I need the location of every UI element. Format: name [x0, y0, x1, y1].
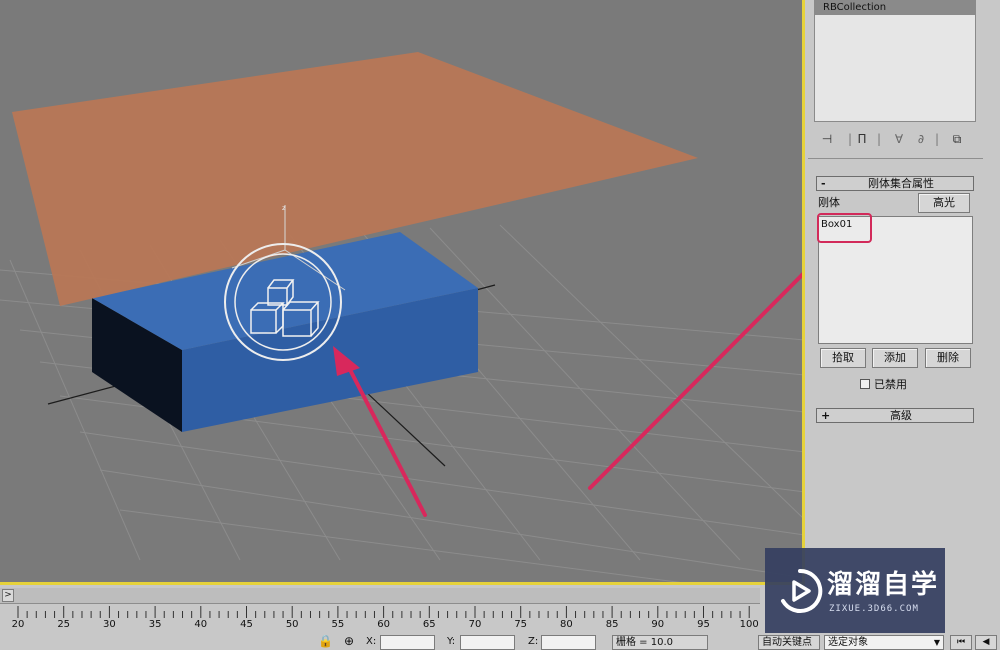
- tick-label: 25: [57, 619, 71, 630]
- modifier-stack-item[interactable]: RBCollection: [815, 1, 975, 15]
- watermark-title: 溜溜自学: [827, 570, 940, 600]
- y-coord-label: Y:: [447, 636, 456, 647]
- pin-stack-icon[interactable]: ⊣: [818, 130, 836, 148]
- time-slider[interactable]: >: [0, 588, 760, 604]
- rollout-expand-sign: +: [821, 409, 831, 422]
- rigid-body-list[interactable]: Box01: [817, 213, 973, 344]
- show-end-result-icon[interactable]: Π: [853, 130, 871, 148]
- time-slider-area: > 20 25 30 35 40 45 50 55 60 65 70 75 80 85 90 95 100 🔒 …: [0, 588, 805, 650]
- x-coord-field[interactable]: [380, 635, 435, 650]
- tick-label: 50: [285, 619, 299, 630]
- tick-label: 75: [514, 619, 528, 630]
- delete-button[interactable]: 删除: [925, 348, 971, 368]
- selection-set-value: 选定对象: [828, 637, 868, 648]
- selection-set-dropdown[interactable]: 选定对象 ▼: [824, 635, 944, 650]
- svg-text:z: z: [282, 204, 286, 212]
- tick-label: 90: [651, 619, 665, 630]
- separator-icon: |: [876, 132, 882, 146]
- perspective-viewport[interactable]: z: [0, 0, 805, 585]
- tick-label: 80: [560, 619, 573, 630]
- viewport-scene: z: [0, 52, 802, 582]
- tick-label: 35: [148, 619, 162, 630]
- pick-button[interactable]: 拾取: [820, 348, 866, 368]
- site-watermark: 溜溜自学 ZIXUE.3D66.COM: [765, 548, 945, 633]
- grid-size-readout: 栅格 = 10.0: [612, 635, 708, 650]
- track-bar-ruler[interactable]: [0, 605, 760, 619]
- tick-label: 40: [194, 619, 208, 630]
- rollout-title: 高级: [890, 409, 912, 422]
- annotation-highlight-box: [817, 213, 872, 243]
- absolute-mode-icon[interactable]: ⊕: [344, 634, 354, 648]
- disabled-label: 已禁用: [874, 378, 907, 391]
- make-unique-icon[interactable]: ∀: [890, 130, 908, 148]
- max-window: z RBCollection ⊣ | Π | ∀ ∂ | ⧉ - 刚体集合属性 …: [0, 0, 1000, 650]
- z-coord-field[interactable]: [541, 635, 596, 650]
- lock-selection-icon[interactable]: 🔒: [318, 634, 333, 648]
- tick-label: 45: [240, 619, 253, 630]
- time-slider-arrow[interactable]: >: [2, 589, 14, 602]
- checkbox-box[interactable]: [860, 379, 870, 389]
- tick-label: 20: [11, 619, 25, 630]
- highlight-button[interactable]: 高光: [918, 193, 970, 213]
- rollout-title: 刚体集合属性: [868, 177, 934, 190]
- tick-label: 55: [331, 619, 345, 630]
- watermark-url: ZIXUE.3D66.COM: [829, 604, 919, 614]
- play-logo-icon: [781, 568, 823, 613]
- previous-frame-icon[interactable]: ◀: [975, 635, 997, 650]
- configure-modifier-sets-icon[interactable]: ⧉: [948, 130, 966, 148]
- panel-divider: [808, 158, 983, 159]
- rollout-rbcollection-properties[interactable]: - 刚体集合属性: [816, 176, 974, 191]
- modifier-stack-list[interactable]: RBCollection: [814, 0, 976, 122]
- z-coord-label: Z:: [528, 636, 539, 647]
- chevron-down-icon: ▼: [933, 638, 940, 647]
- modifier-stack-toolbar: ⊣ | Π | ∀ ∂ | ⧉: [808, 126, 983, 152]
- x-coord-label: X:: [366, 636, 377, 647]
- disabled-checkbox[interactable]: 已禁用: [860, 376, 907, 392]
- tick-label: 95: [697, 619, 710, 630]
- tick-label: 30: [103, 619, 116, 630]
- rollout-collapse-sign: -: [821, 177, 826, 190]
- tick-label: 70: [468, 619, 482, 630]
- go-to-start-icon[interactable]: ⏮: [950, 635, 972, 650]
- tick-label: 100: [739, 619, 759, 630]
- rollout-advanced[interactable]: + 高级: [816, 408, 974, 423]
- auto-key-button[interactable]: 自动关键点: [758, 635, 820, 650]
- y-coord-field[interactable]: [460, 635, 515, 650]
- tick-label: 85: [605, 619, 619, 630]
- add-button[interactable]: 添加: [872, 348, 918, 368]
- annotation-arrow-panel: [588, 272, 802, 490]
- tick-label: 65: [422, 619, 436, 630]
- separator-icon: |: [934, 132, 940, 146]
- rigid-bodies-label: 刚体: [818, 196, 840, 209]
- tick-label: 60: [377, 619, 390, 630]
